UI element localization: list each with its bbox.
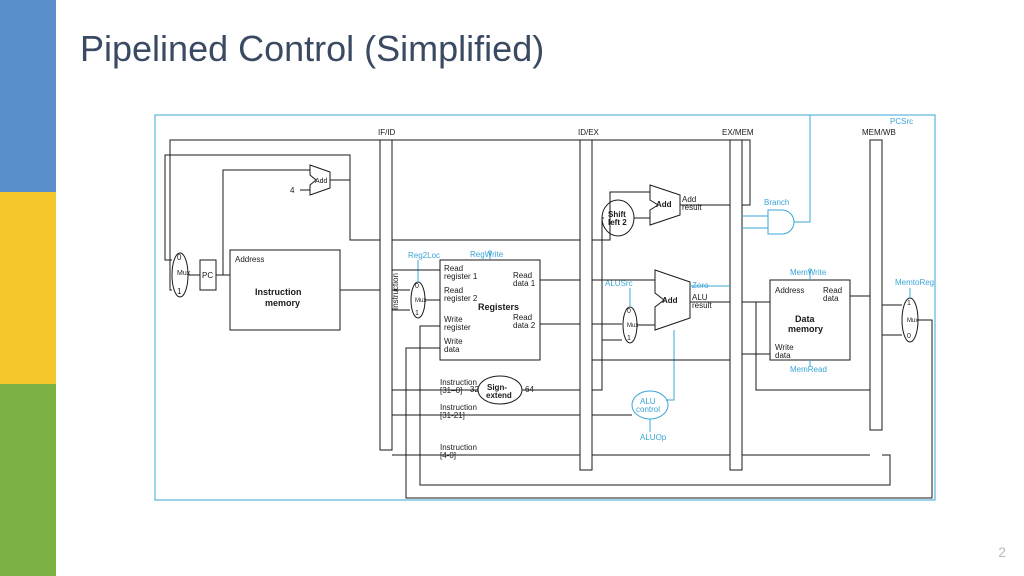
svg-text:1: 1 (177, 287, 182, 296)
svg-text:Instruction: Instruction (391, 273, 400, 310)
sidebar-stripe-blue (0, 0, 56, 192)
svg-text:Branch: Branch (764, 198, 789, 207)
idex-reg (580, 140, 592, 470)
svg-text:PC: PC (202, 271, 213, 280)
svg-text:memory: memory (788, 324, 823, 334)
svg-text:IF/ID: IF/ID (378, 128, 396, 137)
svg-text:left 2: left 2 (608, 218, 627, 227)
svg-text:1: 1 (907, 300, 911, 307)
svg-text:register 1: register 1 (444, 272, 478, 281)
svg-text:PCSrc: PCSrc (890, 117, 913, 126)
svg-text:result: result (682, 203, 702, 212)
svg-text:MemWrite: MemWrite (790, 268, 827, 277)
svg-text:data: data (444, 345, 460, 354)
exmem-reg (730, 140, 742, 470)
svg-text:MEM/WB: MEM/WB (862, 128, 896, 137)
svg-text:Data: Data (795, 314, 816, 324)
svg-text:4: 4 (290, 186, 295, 195)
svg-text:extend: extend (486, 391, 512, 400)
svg-text:data: data (823, 294, 839, 303)
sidebar-stripe-yellow (0, 192, 56, 384)
svg-text:data 2: data 2 (513, 321, 536, 330)
slide-sidebar (0, 0, 56, 576)
page-number: 2 (998, 544, 1006, 560)
svg-text:Mux: Mux (907, 318, 918, 324)
svg-text:ALUOp: ALUOp (640, 433, 667, 442)
svg-text:register: register (444, 323, 471, 332)
sidebar-stripe-green (0, 384, 56, 576)
svg-text:MemtoReg: MemtoReg (895, 278, 934, 287)
datapath-diagram: IF/ID ID/EX EX/MEM MEM/WB 0 Mux 1 PC Add… (150, 110, 940, 510)
svg-text:Add: Add (662, 296, 678, 305)
svg-text:memory: memory (265, 298, 300, 308)
svg-text:0: 0 (177, 253, 182, 262)
svg-text:Mux: Mux (415, 298, 426, 304)
svg-text:data: data (775, 351, 791, 360)
svg-text:register 2: register 2 (444, 294, 478, 303)
svg-text:0: 0 (907, 333, 911, 340)
svg-text:EX/MEM: EX/MEM (722, 128, 754, 137)
svg-text:Address: Address (775, 286, 804, 295)
svg-text:0: 0 (627, 308, 631, 315)
svg-text:Mux: Mux (627, 323, 638, 329)
svg-text:Add: Add (656, 200, 672, 209)
svg-text:1: 1 (415, 310, 419, 317)
memwb-reg (870, 140, 882, 430)
svg-text:Registers: Registers (478, 302, 519, 312)
svg-text:Instruction: Instruction (255, 287, 302, 297)
svg-text:MemRead: MemRead (790, 365, 827, 374)
svg-text:Reg2Loc: Reg2Loc (408, 251, 440, 260)
svg-text:data 1: data 1 (513, 279, 536, 288)
slide-title: Pipelined Control (Simplified) (80, 28, 544, 70)
branch-and-gate (768, 210, 794, 234)
svg-text:Add: Add (315, 178, 328, 185)
svg-text:1: 1 (627, 335, 631, 342)
svg-text:0: 0 (415, 283, 419, 290)
svg-text:RegWrite: RegWrite (470, 250, 504, 259)
svg-text:Mux: Mux (177, 270, 191, 277)
svg-text:control: control (636, 405, 660, 414)
svg-text:Address: Address (235, 255, 264, 264)
svg-text:ID/EX: ID/EX (578, 128, 600, 137)
